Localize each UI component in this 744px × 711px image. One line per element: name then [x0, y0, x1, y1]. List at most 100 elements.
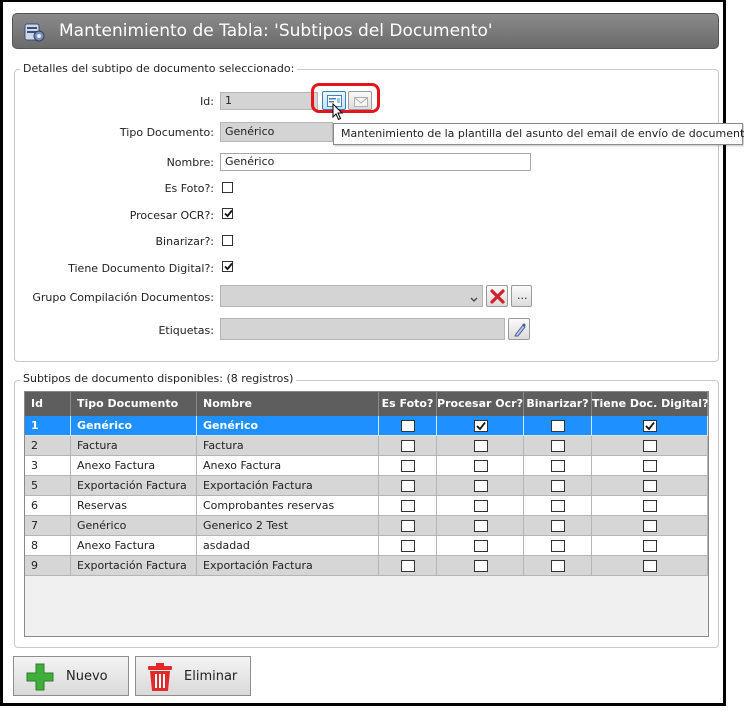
cell-tiene-doc-digital-checkbox[interactable] [643, 560, 657, 572]
table-row[interactable]: 9 Exportación Factura Exportación Factura [25, 556, 708, 576]
cell-es-foto-checkbox[interactable] [401, 480, 415, 492]
cell-tiene-doc-digital-checkbox[interactable] [643, 540, 657, 552]
cell-binarizar-checkbox[interactable] [551, 500, 565, 512]
cell-id: 1 [25, 416, 71, 436]
binarizar-label: Binarizar?: [155, 235, 214, 248]
cell-procesar-ocr-checkbox[interactable] [474, 560, 488, 572]
new-button-label: Nuevo [66, 669, 108, 684]
cell-binarizar-checkbox[interactable] [551, 520, 565, 532]
es-foto-checkbox[interactable] [222, 182, 233, 193]
cell-es-foto [379, 556, 437, 576]
cell-es-foto [379, 476, 437, 496]
cell-procesar-ocr-checkbox[interactable] [474, 420, 488, 432]
cell-binarizar-checkbox[interactable] [551, 560, 565, 572]
cell-es-foto-checkbox[interactable] [401, 440, 415, 452]
tiene-documento-digital-checkbox[interactable] [222, 261, 233, 272]
id-field[interactable]: 1 [220, 92, 318, 110]
cell-tipo-documento: Genérico [71, 416, 197, 436]
column-header-nombre[interactable]: Nombre [197, 392, 379, 416]
binarizar-checkbox[interactable] [222, 235, 233, 246]
cell-tiene-doc-digital-checkbox[interactable] [643, 460, 657, 472]
cell-tiene-doc-digital [592, 476, 708, 496]
procesar-ocr-checkbox[interactable] [222, 208, 233, 219]
settings-app-icon [24, 21, 46, 43]
cell-tiene-doc-digital [592, 436, 708, 456]
cell-es-foto-checkbox[interactable] [401, 560, 415, 572]
table-row[interactable]: 6 Reservas Comprobantes reservas [25, 496, 708, 516]
column-header-tipo-documento[interactable]: Tipo Documento [71, 392, 197, 416]
cell-binarizar-checkbox[interactable] [551, 480, 565, 492]
cell-procesar-ocr-checkbox[interactable] [474, 440, 488, 452]
cell-procesar-ocr-checkbox[interactable] [474, 520, 488, 532]
cell-binarizar-checkbox[interactable] [551, 540, 565, 552]
cell-tipo-documento: Exportación Factura [71, 556, 197, 576]
cell-procesar-ocr-checkbox[interactable] [474, 500, 488, 512]
tipo-documento-label: Tipo Documento: [119, 126, 214, 139]
cell-procesar-ocr [437, 556, 524, 576]
table-row[interactable]: 5 Exportación Factura Exportación Factura [25, 476, 708, 496]
cell-tipo-documento: Factura [71, 436, 197, 456]
cell-tiene-doc-digital [592, 556, 708, 576]
delete-button[interactable]: Eliminar [135, 656, 251, 696]
chevron-down-icon [470, 292, 478, 306]
cell-tiene-doc-digital [592, 516, 708, 536]
cell-binarizar-checkbox[interactable] [551, 460, 565, 472]
table-row[interactable]: 2 Factura Factura [25, 436, 708, 456]
cell-id: 7 [25, 516, 71, 536]
cell-es-foto [379, 536, 437, 556]
column-header-es-foto[interactable]: Es Foto? [379, 392, 437, 416]
table-header: Id Tipo Documento Nombre Es Foto? Proces… [25, 392, 708, 416]
cell-procesar-ocr-checkbox[interactable] [474, 480, 488, 492]
cell-id: 2 [25, 436, 71, 456]
cell-es-foto-checkbox[interactable] [401, 460, 415, 472]
nombre-field[interactable]: Genérico [220, 153, 531, 171]
cell-binarizar [524, 476, 592, 496]
column-header-tiene-doc-digital[interactable]: Tiene Doc. Digital? [592, 392, 708, 416]
cell-id: 6 [25, 496, 71, 516]
cell-procesar-ocr-checkbox[interactable] [474, 460, 488, 472]
cell-id: 5 [25, 476, 71, 496]
cell-binarizar-checkbox[interactable] [551, 420, 565, 432]
clear-x-icon [490, 289, 505, 307]
cell-procesar-ocr [437, 496, 524, 516]
cell-procesar-ocr-checkbox[interactable] [474, 540, 488, 552]
cell-tipo-documento: Anexo Factura [71, 536, 197, 556]
table-row[interactable]: 3 Anexo Factura Anexo Factura [25, 456, 708, 476]
cell-tiene-doc-digital-checkbox[interactable] [643, 480, 657, 492]
cell-nombre: Generico 2 Test [197, 516, 379, 536]
cell-tiene-doc-digital-checkbox[interactable] [643, 500, 657, 512]
clear-grupo-button[interactable] [486, 285, 508, 307]
cell-binarizar-checkbox[interactable] [551, 440, 565, 452]
delete-button-label: Eliminar [184, 669, 238, 684]
table-row[interactable]: 7 Genérico Generico 2 Test [25, 516, 708, 536]
cell-es-foto-checkbox[interactable] [401, 420, 415, 432]
cell-binarizar [524, 536, 592, 556]
cell-es-foto-checkbox[interactable] [401, 540, 415, 552]
cell-binarizar [524, 416, 592, 436]
cell-tiene-doc-digital-checkbox[interactable] [643, 440, 657, 452]
column-header-id[interactable]: Id [25, 392, 71, 416]
grupo-compilacion-select[interactable] [220, 285, 483, 307]
table-row[interactable]: 8 Anexo Factura asdadad [25, 536, 708, 556]
new-button[interactable]: Nuevo [13, 656, 129, 696]
column-header-binarizar[interactable]: Binarizar? [524, 392, 592, 416]
subtipos-table: Id Tipo Documento Nombre Es Foto? Proces… [24, 391, 709, 637]
cell-es-foto-checkbox[interactable] [401, 500, 415, 512]
table-row[interactable]: 1 Genérico Genérico [25, 416, 708, 436]
cell-binarizar [524, 456, 592, 476]
cell-es-foto-checkbox[interactable] [401, 520, 415, 532]
column-header-procesar-ocr[interactable]: Procesar Ocr? [437, 392, 524, 416]
etiquetas-field[interactable] [220, 318, 505, 340]
details-legend: Detalles del subtipo de documento selecc… [20, 62, 298, 75]
trash-icon [147, 662, 173, 695]
tipo-documento-select[interactable]: Genérico [220, 122, 333, 142]
cell-es-foto [379, 516, 437, 536]
cell-tiene-doc-digital-checkbox[interactable] [643, 520, 657, 532]
cell-procesar-ocr [437, 436, 524, 456]
list-legend: Subtipos de documento disponibles: (8 re… [20, 372, 297, 385]
browse-grupo-button[interactable]: ... [511, 285, 532, 307]
edit-etiquetas-button[interactable] [508, 318, 530, 340]
procesar-ocr-label: Procesar OCR?: [129, 209, 214, 222]
cell-tiene-doc-digital-checkbox[interactable] [643, 420, 657, 432]
cell-es-foto [379, 416, 437, 436]
